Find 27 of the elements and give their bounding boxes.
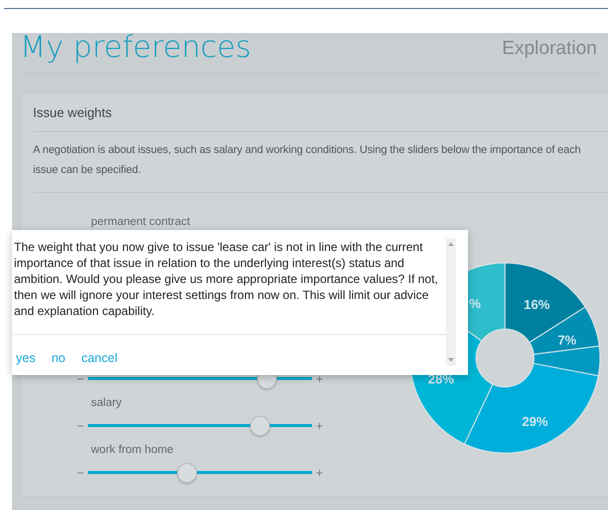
data-label: 7% xyxy=(558,332,576,348)
plus-label: + xyxy=(316,465,323,482)
data-label: 16% xyxy=(524,297,550,312)
plus-label: + xyxy=(316,418,323,436)
dialog-button[interactable]: cancel xyxy=(81,349,118,368)
dialog-message: The weight that you now give to issue 'lease car' is not in line with the current importance of that issue in relation to the underlying interest(s) status and ambition. Would you please give us more appropriate importance values? If not, then we will ignore your interest settings from now on. This will limit our advice and explanation capability. xyxy=(13,239,440,320)
slider-thumb[interactable] xyxy=(250,416,270,436)
issue-label: work from home xyxy=(91,442,174,458)
scroll-up-icon[interactable] xyxy=(448,242,454,246)
page-title: My preferences xyxy=(20,33,252,63)
phase-label: Exploration xyxy=(502,36,597,60)
scrollbar[interactable] xyxy=(446,238,456,366)
dialog-button[interactable]: yes xyxy=(16,349,36,368)
data-label: 29% xyxy=(522,414,548,429)
scroll-down-icon[interactable] xyxy=(448,358,454,362)
issue-label: salary xyxy=(91,396,123,411)
card-title: Issue weights xyxy=(33,93,608,132)
description-text: A negotiation is about issues, such as salary and working conditions. Using the sliders below the importance of each issue can be specified. xyxy=(33,132,608,193)
minus-label: − xyxy=(77,418,84,436)
issue-label: permanent contract xyxy=(91,214,192,230)
plus-label: + xyxy=(316,371,323,388)
minus-label: − xyxy=(77,465,84,482)
data-label: 28% xyxy=(428,371,454,386)
dialog-button[interactable]: no xyxy=(51,349,66,368)
minus-label: − xyxy=(77,371,84,388)
slider-thumb[interactable] xyxy=(176,463,197,484)
data-label: % xyxy=(469,296,481,312)
